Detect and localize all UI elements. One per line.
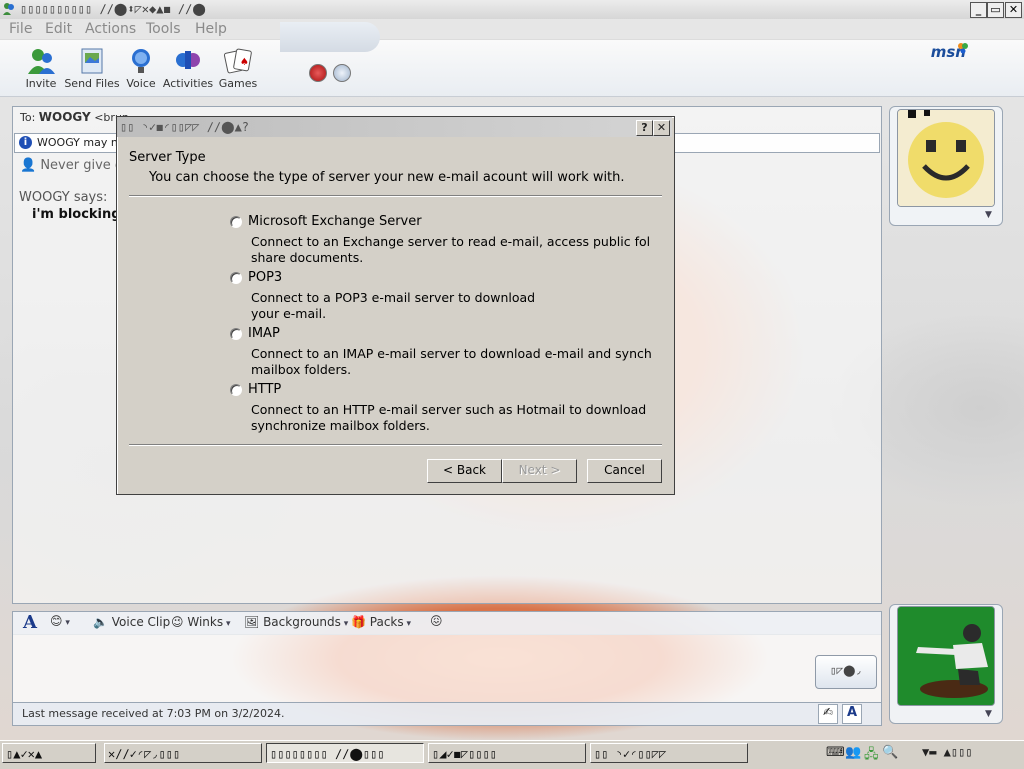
my-picture-chevron-icon[interactable]: ▼ (985, 709, 992, 719)
taskbar-item-4[interactable]: ▯▯ ◝✓◜▯▯◸◸ (590, 743, 748, 763)
minimize-button[interactable]: _ (970, 2, 987, 18)
menu-actions[interactable]: Actions (85, 21, 136, 37)
option-exchange-label[interactable]: Microsoft Exchange Server (248, 214, 422, 229)
clock: ▼▬ ▲▯▯▯ (922, 745, 973, 759)
menu-tools[interactable]: Tools (146, 21, 181, 37)
activities-icon (176, 51, 200, 69)
info-text: WOOGY may no (37, 136, 125, 149)
winks-button[interactable]: 😉 Winks ▾ (171, 615, 230, 629)
voice-clip-button[interactable]: 🔈 Voice Clip (93, 615, 170, 629)
taskbar-item-1[interactable]: ✕∕∕✓◜◸◞▯▯▯ (104, 743, 262, 763)
radio-imap[interactable] (230, 328, 242, 340)
winks-icon: 😉 (171, 615, 184, 629)
menu-help[interactable]: Help (195, 21, 227, 37)
voice-icon (132, 49, 150, 73)
back-button[interactable]: < Back (427, 459, 502, 483)
safety-icon: 👤 (20, 158, 37, 173)
option-pop3-desc: Connect to a POP3 e-mail server to downl… (251, 290, 536, 321)
menu-bar: File Edit Actions Tools Help (0, 19, 1024, 39)
sender-says: WOOGY says: (19, 190, 108, 205)
menu-edit[interactable]: Edit (45, 21, 72, 37)
smiley-icon (898, 110, 994, 206)
dialog-close-button[interactable]: ✕ (653, 120, 670, 136)
messenger-app-icon[interactable] (2, 2, 16, 16)
dialog-titlebar: ▯▯ ◝✓◼◜▯▯◸◸ ∕∕⬤▲? (117, 117, 672, 137)
backgrounds-button[interactable]: 🖼 Backgrounds ▾ (244, 615, 348, 629)
search-tray-icon[interactable]: 🔍 (882, 745, 898, 761)
voice-clip-label: Voice Clip (111, 615, 171, 629)
safety-notice: 👤 Never give ou (20, 158, 131, 173)
message-text: i'm blocking (32, 207, 121, 222)
chevron-down-icon: ▾ (340, 619, 349, 629)
compose-input[interactable] (12, 634, 882, 702)
voice-clip-icon: 🔈 (93, 615, 108, 629)
radio-pop3[interactable] (230, 272, 242, 284)
emoticon-icon: 😊 (50, 614, 63, 628)
handwriting-icon[interactable]: ✍ (818, 704, 838, 724)
dialog-help-button[interactable]: ? (636, 120, 653, 136)
contact-display-picture[interactable] (897, 109, 995, 207)
my-display-picture[interactable] (897, 606, 995, 706)
window-titlebar: ▯▯▯▯▯▯▯▯▯▯ ∕∕⬤⬍◸✕◆▲◼ ∕∕⬤ (0, 0, 1024, 20)
taskbar-item-3[interactable]: ▯◢✓◼◸▯▯▯▯ (428, 743, 586, 763)
option-http-label[interactable]: HTTP (248, 382, 281, 397)
backgrounds-icon: 🖼 (244, 615, 260, 629)
contact-name[interactable]: WOOGY (39, 110, 91, 124)
cancel-button[interactable]: Cancel (587, 459, 662, 483)
option-exchange-desc: Connect to an Exchange server to read e-… (251, 234, 651, 265)
radio-exchange[interactable] (230, 216, 242, 228)
packs-label: Packs (369, 615, 404, 629)
footer-divider (129, 444, 662, 446)
wizard-header-title: Server Type (129, 150, 206, 165)
games-label: Games (218, 77, 258, 90)
chevron-down-icon: ▾ (223, 619, 231, 629)
packs-button[interactable]: 🎁 Packs ▾ (351, 615, 411, 629)
block-icon[interactable] (309, 64, 327, 82)
status-text: Last message received at 7:03 PM on 3/2/… (22, 707, 285, 720)
games-icon: ♠ (223, 48, 252, 74)
nudge-icon[interactable]: 😖 (430, 614, 443, 628)
wizard-header-subtitle: You can choose the type of server your n… (149, 170, 625, 185)
invite-icon (28, 49, 55, 74)
taskbar-item-2[interactable]: ▯▯▯▯▯▯▯▯ ∕∕⬤▯▯▯ (266, 743, 424, 763)
radio-http[interactable] (230, 384, 242, 396)
next-button[interactable]: Next > (502, 459, 577, 483)
type-mode-icon[interactable]: A (842, 704, 862, 724)
menu-file[interactable]: File (9, 21, 32, 37)
info-icon: i (19, 136, 32, 149)
backgrounds-label: Backgrounds (263, 615, 341, 629)
option-pop3-label[interactable]: POP3 (248, 270, 282, 285)
option-imap-label[interactable]: IMAP (248, 326, 280, 341)
close-button[interactable]: ✕ (1005, 2, 1022, 18)
winks-label: Winks (187, 615, 224, 629)
send-files-icon (81, 48, 103, 74)
option-http-desc: Connect to an HTTP e-mail server such as… (251, 402, 647, 433)
svg-text:♠: ♠ (240, 57, 249, 68)
maximize-button[interactable]: ▭ (987, 2, 1004, 18)
games-button[interactable]: ♠ Games (208, 44, 268, 94)
font-icon[interactable]: A (23, 612, 37, 633)
emoticon-button[interactable]: 😊 ▾ (50, 614, 70, 628)
chevron-down-icon: ▾ (62, 618, 70, 628)
packs-icon: 🎁 (351, 615, 366, 629)
send-button[interactable]: ▯◸⬤◞ (815, 655, 877, 689)
network-tray-icon[interactable]: 🖧 (864, 745, 880, 762)
to-prefix: To: (20, 111, 36, 124)
toolbar-tail (280, 22, 380, 52)
option-imap-desc: Connect to an IMAP e-mail server to down… (251, 346, 652, 377)
msn-butterfly-icon (958, 43, 968, 54)
chevron-down-icon: ▾ (403, 619, 412, 629)
skateboarder-icon (898, 607, 994, 705)
window-title: ▯▯▯▯▯▯▯▯▯▯ ∕∕⬤⬍◸✕◆▲◼ ∕∕⬤ (20, 2, 206, 16)
start-button[interactable]: ▯▲✓✕▲ (2, 743, 96, 763)
dialog-title: ▯▯ ◝✓◼◜▯▯◸◸ ∕∕⬤▲? (120, 120, 250, 134)
keyboard-tray-icon[interactable]: ⌨ (826, 745, 845, 761)
messenger-tray-icon[interactable]: 👥 (845, 745, 861, 761)
background-icon[interactable] (333, 64, 351, 82)
picture-menu-chevron-icon[interactable]: ▼ (985, 210, 992, 220)
header-divider (129, 195, 662, 197)
